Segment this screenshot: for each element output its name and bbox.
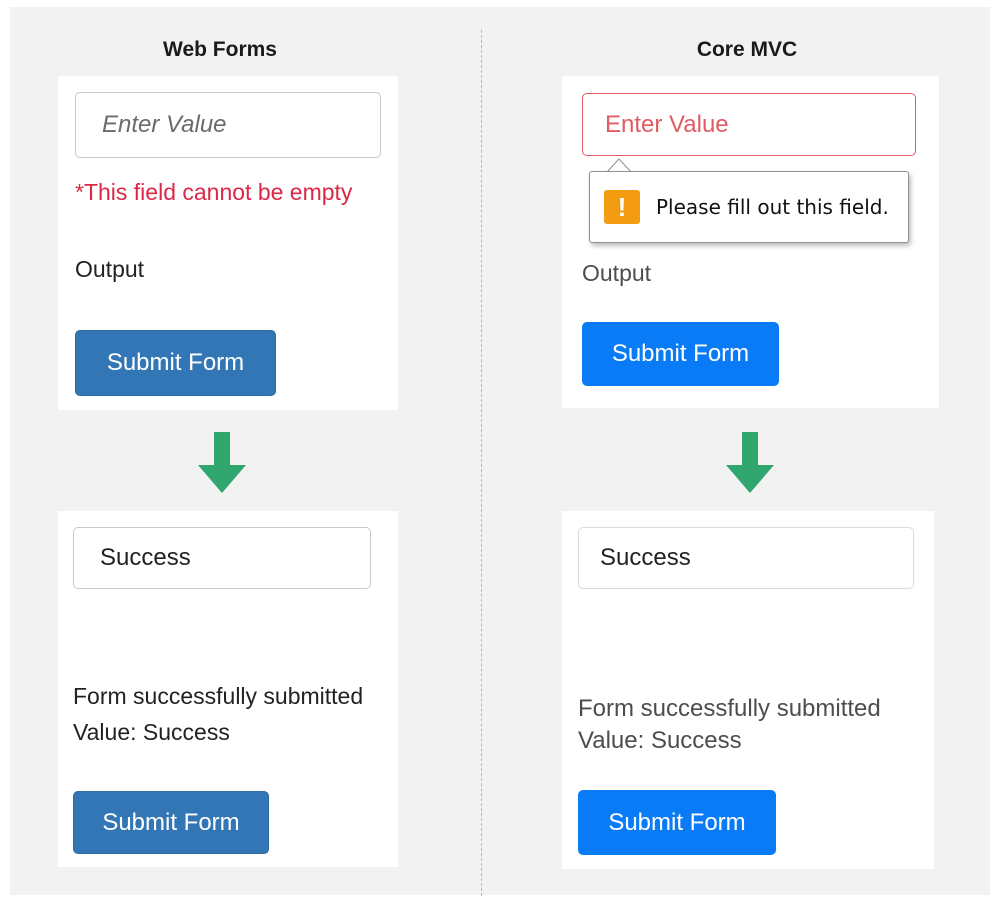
web-forms-result-line1: Form successfully submitted (73, 683, 364, 709)
web-forms-result-line2: Value: Success (73, 719, 230, 745)
exclamation-icon: ! (604, 190, 640, 224)
arrow-down-icon (198, 432, 246, 493)
core-mvc-submit-button[interactable]: Submit Form (582, 322, 779, 386)
core-mvc-result-line2: Value: Success (578, 727, 742, 754)
core-mvc-output-label: Output (582, 260, 652, 286)
core-mvc-title: Core MVC (696, 38, 798, 61)
web-forms-error-message: *This field cannot be empty (75, 179, 353, 205)
arrow-down-icon (726, 432, 774, 493)
core-mvc-result-line1: Form successfully submitted (578, 695, 881, 722)
core-mvc-success-input[interactable]: Success (578, 527, 914, 589)
web-forms-submit-button[interactable]: Submit Form (75, 330, 276, 396)
web-forms-submit-button-after[interactable]: Submit Form (73, 791, 269, 854)
web-forms-value-input[interactable]: Enter Value (75, 92, 381, 158)
validation-tooltip: ! Please fill out this field. (589, 171, 909, 243)
validation-tooltip-text: Please fill out this field. (656, 195, 889, 219)
column-divider (481, 30, 482, 896)
web-forms-success-input[interactable]: Success (73, 527, 371, 589)
core-mvc-value-input[interactable]: Enter Value (582, 93, 916, 156)
core-mvc-submit-button-after[interactable]: Submit Form (578, 790, 776, 855)
web-forms-output-label: Output (75, 256, 145, 282)
web-forms-title: Web Forms (163, 38, 277, 61)
